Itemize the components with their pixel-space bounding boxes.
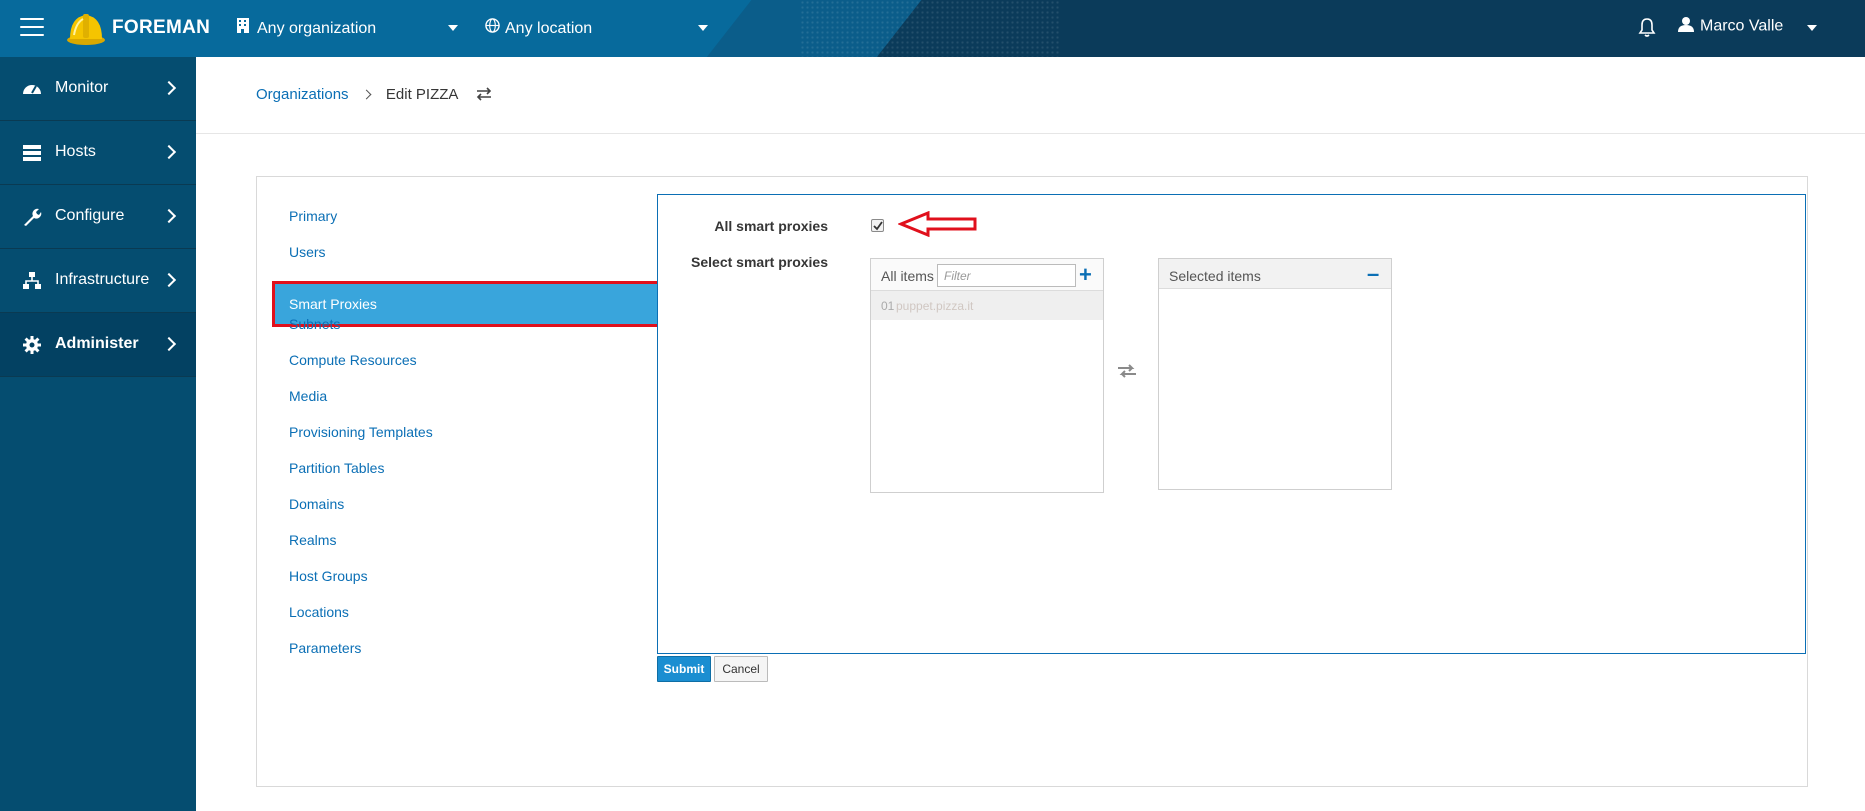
edit-organization-panel: Primary Users Smart Proxies Subnets Comp… <box>256 176 1808 787</box>
chevron-right-icon <box>161 272 177 288</box>
sidebar-item-hosts[interactable]: Hosts <box>0 121 196 185</box>
breadcrumb-current: Edit PIZZA <box>385 86 458 103</box>
list-item-number: 01 <box>881 299 895 313</box>
chevron-right-icon <box>161 208 177 224</box>
tab-locations[interactable]: Locations <box>289 604 349 620</box>
tab-subnets[interactable]: Subnets <box>289 316 340 332</box>
building-icon <box>237 18 253 38</box>
tab-label: Smart Proxies <box>289 296 377 312</box>
breadcrumb-organizations-link[interactable]: Organizations <box>256 86 349 103</box>
sidebar-item-monitor[interactable]: Monitor <box>0 57 196 121</box>
organization-label: Any organization <box>257 20 377 37</box>
user-caret-icon[interactable] <box>1807 25 1817 31</box>
sidebar-item-label: Infrastructure <box>55 271 150 288</box>
tab-primary[interactable]: Primary <box>289 208 337 224</box>
tab-parameters[interactable]: Parameters <box>289 640 361 656</box>
sidebar-item-label: Hosts <box>55 143 96 160</box>
foreman-helmet-logo[interactable] <box>66 9 106 49</box>
network-icon <box>23 272 41 289</box>
sidebar-item-configure[interactable]: Configure <box>0 185 196 249</box>
tab-compute-resources[interactable]: Compute Resources <box>289 352 417 368</box>
tab-realms[interactable]: Realms <box>289 532 336 548</box>
organization-switcher[interactable]: Any organization <box>237 18 376 38</box>
checkmark-icon <box>873 221 883 231</box>
chevron-right-icon <box>161 80 177 96</box>
top-navbar: FOREMAN Any organization Any location Ma… <box>0 0 1865 57</box>
list-item[interactable]: 01 puppet.pizza.it <box>871 291 1103 320</box>
tab-users[interactable]: Users <box>289 244 326 260</box>
submit-button[interactable]: Submit <box>657 656 711 682</box>
gear-icon <box>23 336 41 354</box>
bell-icon[interactable] <box>1637 16 1657 38</box>
list-item-name: puppet.pizza.it <box>896 299 974 313</box>
server-icon <box>23 145 41 161</box>
tab-provisioning-templates[interactable]: Provisioning Templates <box>289 424 433 440</box>
location-label: Any location <box>505 20 593 37</box>
all-items-list: All items + 01 puppet.pizza.it <box>870 258 1104 493</box>
select-smart-proxies-label: Select smart proxies <box>691 254 828 270</box>
sidebar-item-label: Administer <box>55 335 139 352</box>
sidebar: Monitor Hosts Configure Infrastructure A… <box>0 57 196 811</box>
all-items-title: All items <box>881 268 934 284</box>
cancel-button[interactable]: Cancel <box>714 656 768 682</box>
location-caret-icon[interactable] <box>698 25 708 31</box>
navbar-background-pattern <box>800 0 1060 57</box>
sidebar-item-label: Monitor <box>55 79 109 96</box>
globe-icon <box>485 18 501 38</box>
chevron-right-icon <box>361 89 372 100</box>
user-menu[interactable]: Marco Valle <box>1678 16 1783 40</box>
tab-media[interactable]: Media <box>289 388 327 404</box>
hamburger-menu-icon[interactable] <box>20 18 44 38</box>
sidebar-item-infrastructure[interactable]: Infrastructure <box>0 249 196 313</box>
chevron-right-icon <box>161 144 177 160</box>
brand-name[interactable]: FOREMAN <box>112 17 210 39</box>
sidebar-item-administer[interactable]: Administer <box>0 313 196 377</box>
divider <box>196 133 1865 134</box>
tab-partition-tables[interactable]: Partition Tables <box>289 460 384 476</box>
add-all-icon[interactable]: + <box>1079 263 1092 287</box>
switch-arrows-icon[interactable] <box>476 87 492 105</box>
annotation-arrow-icon <box>898 211 977 237</box>
all-items-header: All items + <box>871 259 1103 291</box>
swap-arrows-icon[interactable] <box>1116 363 1138 379</box>
tab-domains[interactable]: Domains <box>289 496 344 512</box>
all-smart-proxies-checkbox[interactable] <box>871 219 884 232</box>
sidebar-item-label: Configure <box>55 207 125 224</box>
smart-proxies-form: All smart proxies Select smart proxies A… <box>657 194 1806 654</box>
location-switcher[interactable]: Any location <box>485 18 592 38</box>
filter-input[interactable] <box>937 264 1076 287</box>
remove-all-icon[interactable]: – <box>1367 263 1379 285</box>
user-icon <box>1678 16 1694 37</box>
chevron-right-icon <box>161 336 177 352</box>
wrench-icon <box>24 208 42 226</box>
selected-items-title: Selected items <box>1169 268 1261 284</box>
user-name: Marco Valle <box>1700 17 1784 35</box>
all-smart-proxies-label: All smart proxies <box>714 218 828 234</box>
breadcrumb: Organizations Edit PIZZA <box>256 86 492 105</box>
dashboard-icon <box>23 85 41 94</box>
selected-items-header: Selected items – <box>1159 259 1391 289</box>
organization-caret-icon[interactable] <box>448 25 458 31</box>
selected-items-list: Selected items – <box>1158 258 1392 490</box>
tab-host-groups[interactable]: Host Groups <box>289 568 368 584</box>
